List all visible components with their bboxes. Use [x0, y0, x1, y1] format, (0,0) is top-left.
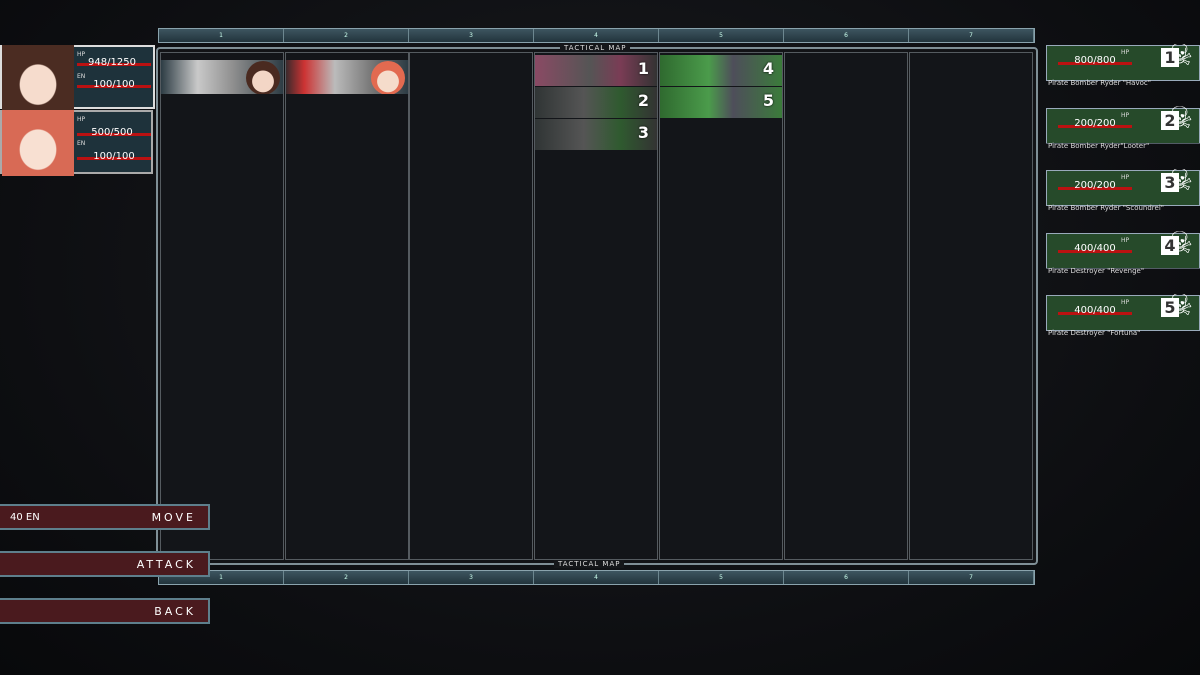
enemy-number: 4	[762, 59, 774, 78]
move-cost: 40 EN	[10, 512, 40, 523]
enemy-unit-1[interactable]: 1	[535, 55, 657, 86]
enemy-panel[interactable]: HP 800/800 ☠ 1	[1046, 44, 1200, 81]
en-value: 100/100	[93, 151, 135, 162]
enemy-panel[interactable]: HP 200/200 ☠ 2	[1046, 107, 1200, 144]
enemy-unit-2[interactable]: 2	[535, 87, 657, 118]
enemy-number: 2	[1161, 110, 1179, 130]
column-label: 4	[534, 29, 659, 42]
enemy-number: 4	[1161, 235, 1179, 255]
map-column-6[interactable]	[784, 52, 908, 560]
column-header-top: 1234567	[158, 28, 1035, 43]
column-label: 5	[659, 29, 784, 42]
portrait	[2, 45, 74, 111]
enemy-name: Pirate Bomber Ryder"Looter"	[1048, 141, 1150, 150]
map-column-2[interactable]	[285, 52, 409, 560]
column-label: 1	[159, 29, 284, 42]
enemy-panel[interactable]: HP 200/200 ☠ 3	[1046, 169, 1200, 206]
enemy-unit-3[interactable]: 3	[535, 119, 657, 150]
enemy-name: Pirate Destroyer "Fortuna"	[1048, 329, 1141, 337]
hp-value: 200/200	[1074, 117, 1116, 129]
column-header-bottom: 1234567	[158, 570, 1035, 585]
enemy-name: Pirate Bomber Ryder "Havoc"	[1048, 79, 1151, 87]
column-label: 2	[284, 29, 409, 42]
column-label: 6	[784, 571, 909, 584]
party-member-1[interactable]: HP 948/1250 EN 100/100	[0, 45, 155, 111]
enemy-number: 3	[1161, 173, 1179, 192]
enemy-number: 1	[1161, 48, 1179, 67]
enemy-number: 3	[637, 123, 649, 142]
map-column-7[interactable]	[909, 52, 1033, 560]
column-label: 5	[659, 571, 784, 584]
column-label: 7	[909, 571, 1034, 584]
party-member-2[interactable]: HP 500/500 EN 100/100	[0, 110, 153, 176]
column-label: 3	[409, 571, 534, 584]
en-label: EN	[77, 140, 86, 147]
enemy-name: Pirate Destroyer "Revenge"	[1048, 266, 1145, 275]
enemy-unit-4[interactable]: 4	[660, 55, 782, 86]
column-label: 4	[534, 571, 659, 584]
enemy-number: 2	[637, 91, 649, 110]
tactical-map-grid: TACTICAL MAP TACTICAL MAP 1 2 3 4 5	[156, 44, 1038, 568]
ally-unit-1[interactable]	[161, 60, 283, 94]
enemy-number: 5	[762, 91, 774, 110]
hp-value: 400/400	[1074, 305, 1116, 316]
enemy-number: 1	[637, 59, 649, 78]
enemy-number: 5	[1161, 298, 1179, 317]
enemy-panel[interactable]: HP 400/400 ☠ 4	[1046, 232, 1200, 269]
column-label: 7	[909, 29, 1034, 42]
ally-unit-2[interactable]	[286, 60, 408, 94]
en-value: 100/100	[93, 79, 135, 90]
enemy-unit-5[interactable]: 5	[660, 87, 782, 118]
hp-value: 200/200	[1074, 180, 1116, 191]
back-label: BACK	[154, 605, 196, 618]
attack-label: ATTACK	[136, 558, 196, 571]
map-title-bottom: TACTICAL MAP	[554, 560, 625, 568]
column-label: 3	[409, 29, 534, 42]
attack-button[interactable]: ATTACK	[0, 551, 210, 577]
ally-face-icon	[371, 61, 405, 94]
map-column-1[interactable]	[160, 52, 284, 560]
hp-value: 948/1250	[88, 57, 136, 68]
portrait	[2, 110, 74, 176]
map-column-3[interactable]	[409, 52, 533, 560]
back-button[interactable]: BACK	[0, 598, 210, 624]
map-title-top: TACTICAL MAP	[560, 44, 631, 52]
ally-face-icon	[246, 61, 280, 94]
column-label: 6	[784, 29, 909, 42]
enemy-name: Pirate Bomber Ryder "Scoundrel"	[1048, 204, 1164, 212]
map-column-5[interactable]	[659, 52, 783, 560]
enemy-panel[interactable]: HP 400/400 ☠ 5	[1046, 294, 1200, 331]
hp-value: 400/400	[1074, 242, 1116, 254]
move-button[interactable]: 40 EN MOVE	[0, 504, 210, 530]
move-label: MOVE	[151, 511, 196, 524]
hp-label: HP	[77, 116, 86, 123]
column-label: 2	[284, 571, 409, 584]
hp-value: 500/500	[91, 127, 133, 138]
hp-value: 800/800	[1074, 55, 1116, 66]
